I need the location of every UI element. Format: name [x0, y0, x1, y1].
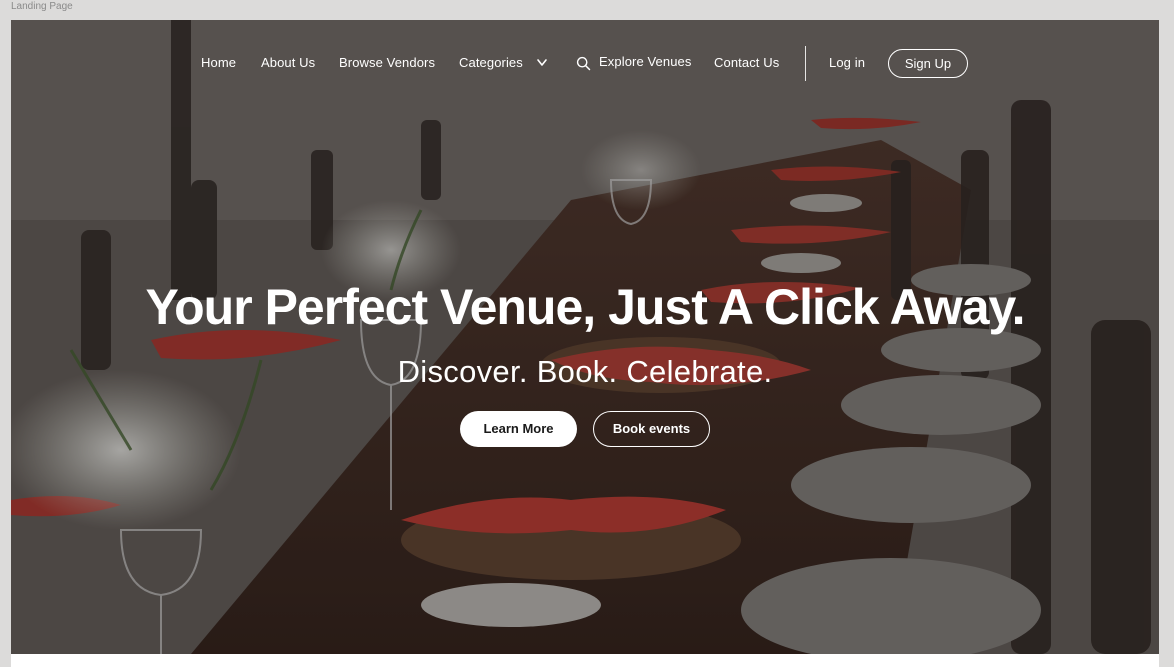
hero-subheadline: Discover. Book. Celebrate. — [397, 354, 773, 389]
book-events-button[interactable]: Book events — [593, 411, 710, 447]
nav-contact-us[interactable]: Contact Us — [714, 55, 779, 70]
nav-explore-venues[interactable]: Explore Venues — [599, 54, 691, 69]
hero-headline: Your Perfect Venue, Just A Click Away. — [145, 279, 1026, 335]
learn-more-button[interactable]: Learn More — [460, 411, 577, 447]
hero-dark-overlay — [11, 20, 1159, 654]
login-link[interactable]: Log in — [829, 55, 865, 70]
nav-home[interactable]: Home — [201, 55, 236, 70]
top-navigation: Home About Us Browse Vendors Categories … — [11, 46, 1159, 81]
frame-label: Landing Page — [11, 1, 73, 12]
search-icon[interactable] — [576, 56, 591, 71]
nav-divider — [805, 46, 806, 81]
nav-about-us[interactable]: About Us — [261, 55, 315, 70]
landing-page-canvas: Home About Us Browse Vendors Categories … — [11, 20, 1159, 667]
chevron-down-icon[interactable] — [535, 57, 549, 69]
nav-browse-vendors[interactable]: Browse Vendors — [339, 55, 435, 70]
nav-categories[interactable]: Categories — [459, 55, 523, 70]
hero-section: Home About Us Browse Vendors Categories … — [11, 20, 1159, 654]
signup-button[interactable]: Sign Up — [888, 49, 968, 78]
